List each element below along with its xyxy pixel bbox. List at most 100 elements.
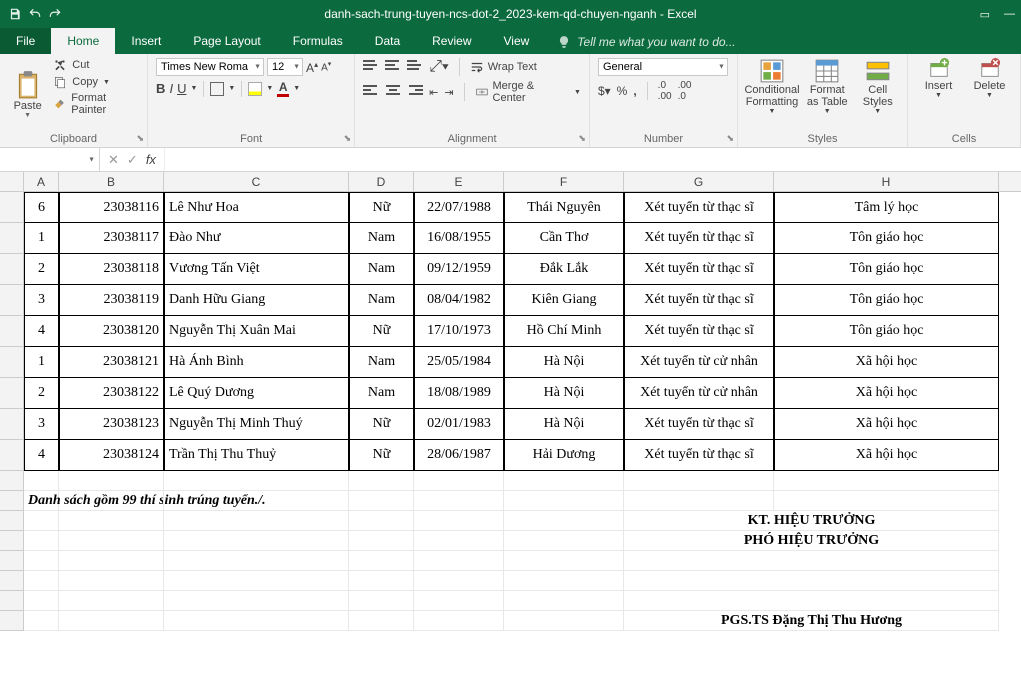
cell[interactable]: Xét tuyển từ thạc sĩ: [624, 285, 774, 316]
font-size-select[interactable]: 12▼: [267, 58, 303, 76]
col-header-b[interactable]: B: [59, 172, 164, 191]
cell[interactable]: 23038118: [59, 254, 164, 285]
cell[interactable]: Xét tuyển từ thạc sĩ: [624, 254, 774, 285]
row-header[interactable]: [0, 347, 24, 378]
cell[interactable]: Hải Dương: [504, 440, 624, 471]
cell[interactable]: 08/04/1982: [414, 285, 504, 316]
fill-color-button[interactable]: [248, 82, 262, 96]
clipboard-expand-icon[interactable]: ⬊: [137, 133, 145, 144]
conditional-formatting-button[interactable]: Conditional Formatting▼: [746, 58, 798, 115]
cell[interactable]: Tôn giáo học: [774, 285, 999, 316]
col-header-f[interactable]: F: [504, 172, 624, 191]
col-header-a[interactable]: A: [24, 172, 59, 191]
alignment-expand-icon[interactable]: ⬊: [578, 133, 586, 144]
cell[interactable]: Xét tuyển từ cử nhân: [624, 378, 774, 409]
cell[interactable]: Xét tuyển từ cử nhân: [624, 347, 774, 378]
bold-button[interactable]: B: [156, 81, 165, 96]
tab-page-layout[interactable]: Page Layout: [177, 28, 276, 54]
table-row[interactable]: [0, 591, 1021, 611]
cell[interactable]: 25/05/1984: [414, 347, 504, 378]
cell[interactable]: 22/07/1988: [414, 192, 504, 223]
cell[interactable]: Xét tuyển từ thạc sĩ: [624, 409, 774, 440]
row-header[interactable]: [0, 223, 24, 254]
cell[interactable]: Xét tuyển từ thạc sĩ: [624, 440, 774, 471]
fx-icon[interactable]: fx: [146, 152, 156, 167]
cell[interactable]: Tôn giáo học: [774, 223, 999, 254]
cell[interactable]: Đắk Lắk: [504, 254, 624, 285]
decrease-font-icon[interactable]: A▾: [321, 60, 331, 73]
undo-icon[interactable]: [28, 7, 42, 21]
cell[interactable]: 2: [24, 254, 59, 285]
cell[interactable]: 23038122: [59, 378, 164, 409]
select-all-corner[interactable]: [0, 172, 24, 191]
orientation-button[interactable]: ⤢▾: [429, 58, 449, 76]
table-row[interactable]: 4 23038120 Nguyễn Thị Xuân Mai Nữ 17/10/…: [0, 316, 1021, 347]
delete-cells-button[interactable]: Delete▼: [967, 58, 1012, 99]
align-middle-icon[interactable]: [385, 60, 401, 74]
tab-review[interactable]: Review: [416, 28, 487, 54]
cell[interactable]: Trần Thị Thu Thuỷ: [164, 440, 349, 471]
tab-view[interactable]: View: [488, 28, 546, 54]
row-header[interactable]: [0, 440, 24, 471]
tab-insert[interactable]: Insert: [115, 28, 177, 54]
table-row[interactable]: [0, 471, 1021, 491]
cell[interactable]: Xét tuyển từ thạc sĩ: [624, 316, 774, 347]
col-header-h[interactable]: H: [774, 172, 999, 191]
spreadsheet-grid[interactable]: 6 23038116 Lê Như Hoa Nữ 22/07/1988 Thái…: [0, 192, 1021, 631]
table-row[interactable]: 1 23038121 Hà Ánh Bình Nam 25/05/1984 Hà…: [0, 347, 1021, 378]
cell[interactable]: Thái Nguyên: [504, 192, 624, 223]
align-bottom-icon[interactable]: [407, 60, 423, 74]
cell[interactable]: 1: [24, 347, 59, 378]
cell[interactable]: Nguyễn Thị Xuân Mai: [164, 316, 349, 347]
cell[interactable]: Xã hội học: [774, 378, 999, 409]
signature-text[interactable]: [624, 551, 774, 571]
insert-cells-button[interactable]: Insert▼: [916, 58, 961, 99]
cell[interactable]: 18/08/1989: [414, 378, 504, 409]
cell[interactable]: Đào Như: [164, 223, 349, 254]
redo-icon[interactable]: [48, 7, 62, 21]
cell[interactable]: Xã hội học: [774, 440, 999, 471]
table-row[interactable]: [0, 551, 1021, 571]
cell[interactable]: Tôn giáo học: [774, 254, 999, 285]
align-right-icon[interactable]: [407, 85, 423, 99]
table-row[interactable]: KT. HIỆU TRƯỞNG: [0, 511, 1021, 531]
table-row[interactable]: 2 23038118 Vương Tấn Việt Nam 09/12/1959…: [0, 254, 1021, 285]
formula-input[interactable]: [165, 148, 1021, 171]
cell[interactable]: Hà Nội: [504, 378, 624, 409]
col-header-c[interactable]: C: [164, 172, 349, 191]
increase-decimal-button[interactable]: .0.00: [658, 80, 672, 102]
tell-me-search[interactable]: Tell me what you want to do...: [557, 30, 735, 54]
tab-data[interactable]: Data: [359, 28, 416, 54]
table-row[interactable]: 3 23038119 Danh Hữu Giang Nam 08/04/1982…: [0, 285, 1021, 316]
cell[interactable]: Nguyễn Thị Minh Thuý: [164, 409, 349, 440]
align-top-icon[interactable]: [363, 60, 379, 74]
minimize-icon[interactable]: —: [1004, 8, 1015, 21]
cell[interactable]: Nữ: [349, 192, 414, 223]
cell[interactable]: 23038120: [59, 316, 164, 347]
cell[interactable]: 28/06/1987: [414, 440, 504, 471]
cell[interactable]: Cần Thơ: [504, 223, 624, 254]
row-header[interactable]: [0, 192, 24, 223]
col-header-e[interactable]: E: [414, 172, 504, 191]
increase-font-icon[interactable]: A▴: [306, 60, 318, 75]
name-box[interactable]: ▼: [0, 148, 100, 171]
cell[interactable]: Nữ: [349, 440, 414, 471]
cell[interactable]: Xã hội học: [774, 347, 999, 378]
table-row[interactable]: 3 23038123 Nguyễn Thị Minh Thuý Nữ 02/01…: [0, 409, 1021, 440]
cell[interactable]: Nữ: [349, 316, 414, 347]
tab-home[interactable]: Home: [51, 28, 115, 54]
row-header[interactable]: [0, 254, 24, 285]
tab-file[interactable]: File: [0, 28, 51, 54]
cell[interactable]: Nam: [349, 285, 414, 316]
row-header[interactable]: [0, 285, 24, 316]
col-header-g[interactable]: G: [624, 172, 774, 191]
cell[interactable]: Xét tuyển từ thạc sĩ: [624, 192, 774, 223]
table-row[interactable]: 4 23038124 Trần Thị Thu Thuỷ Nữ 28/06/19…: [0, 440, 1021, 471]
cell[interactable]: 2: [24, 378, 59, 409]
cell[interactable]: Nam: [349, 223, 414, 254]
cell[interactable]: 17/10/1973: [414, 316, 504, 347]
cell[interactable]: 02/01/1983: [414, 409, 504, 440]
cell[interactable]: 4: [24, 316, 59, 347]
cell[interactable]: Kiên Giang: [504, 285, 624, 316]
format-painter-button[interactable]: Format Painter: [53, 92, 139, 116]
